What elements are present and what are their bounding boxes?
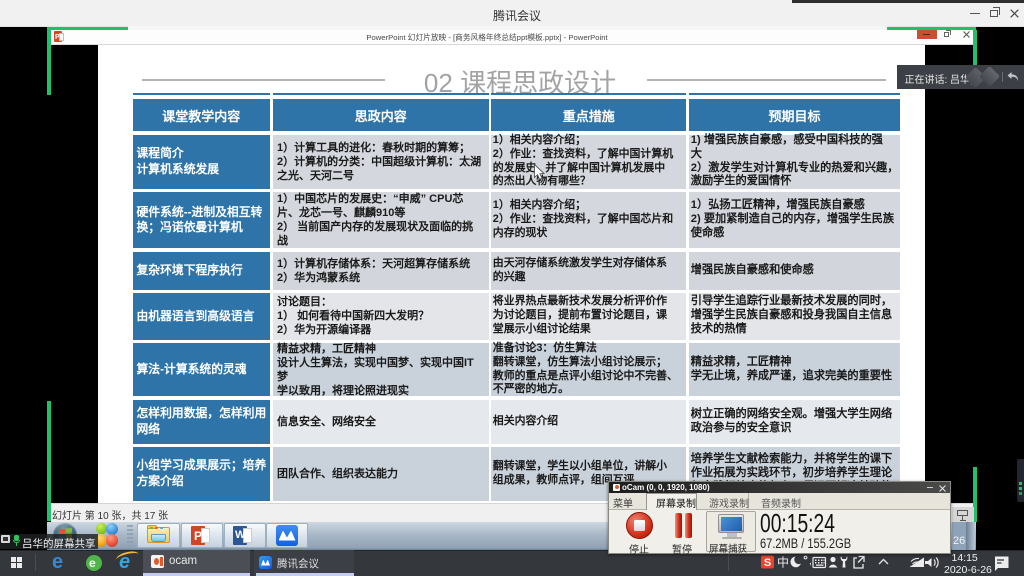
svg-text:,: , <box>809 556 812 567</box>
svg-text:中: 中 <box>777 554 789 569</box>
svg-text:14:15: 14:15 <box>952 552 978 564</box>
svg-text:2020-6-26: 2020-6-26 <box>944 564 992 576</box>
svg-text:S: S <box>764 557 771 569</box>
